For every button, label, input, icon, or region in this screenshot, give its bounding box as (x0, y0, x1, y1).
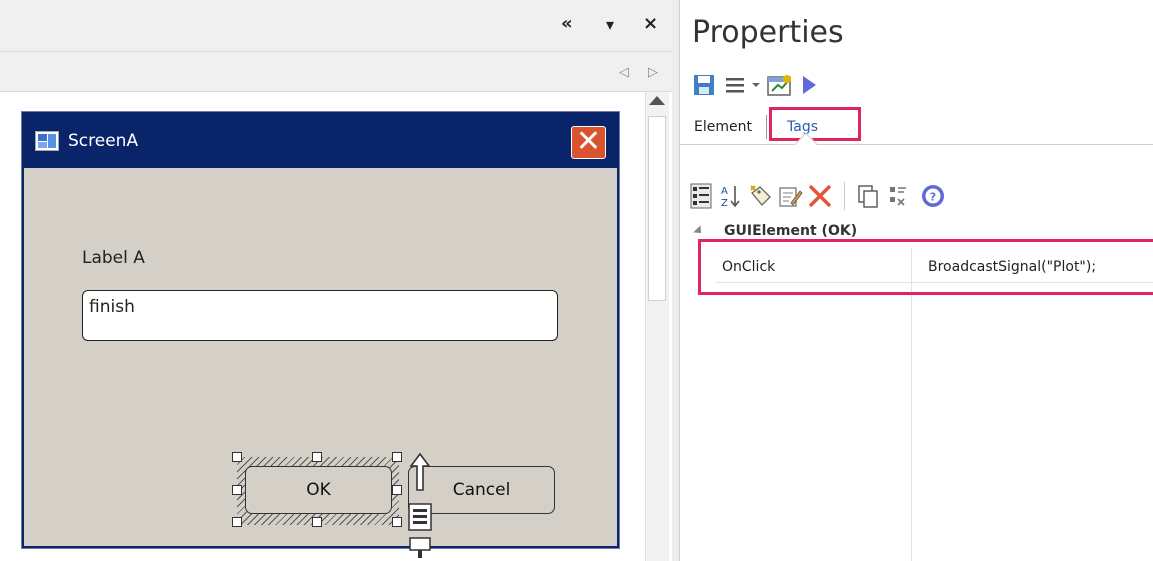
close-panel-icon[interactable]: × (643, 14, 658, 34)
text-input[interactable]: finish (82, 290, 558, 341)
play-icon[interactable] (800, 74, 818, 96)
tag-options-icon[interactable] (886, 183, 912, 209)
panel-title: Properties (692, 15, 844, 50)
panel-splitter[interactable] (672, 0, 679, 561)
resize-handle[interactable] (232, 452, 242, 462)
diagram-toolbar: « ▾ × (0, 0, 672, 52)
link-handle-icon[interactable] (408, 536, 432, 561)
section-collapse-icon[interactable] (693, 225, 705, 237)
ok-button-label: OK (306, 480, 331, 500)
resize-handle[interactable] (392, 452, 402, 462)
close-icon[interactable]: ✕ (571, 126, 606, 159)
menu-handle-icon[interactable] (408, 503, 432, 531)
toolbar-separator (844, 182, 845, 210)
tab-separator (766, 115, 767, 139)
resize-handle[interactable] (392, 485, 402, 495)
ok-button[interactable]: OK (245, 466, 392, 514)
resize-handle[interactable] (232, 485, 242, 495)
connector-arrow-icon[interactable] (409, 452, 431, 492)
row-highlight-box (698, 239, 1153, 295)
new-tag-icon[interactable] (748, 183, 774, 209)
tab-element[interactable]: Element (694, 118, 752, 136)
scrollbar-thumb[interactable] (648, 116, 666, 301)
diagram-properties-icon[interactable] (766, 73, 794, 97)
menu-icon[interactable] (724, 75, 748, 95)
dialog-title: ScreenA (68, 131, 139, 151)
next-icon[interactable]: ▷ (648, 63, 658, 83)
tags-highlight-box (769, 107, 861, 141)
collapse-panels-icon[interactable]: « (561, 14, 573, 34)
edit-note-icon[interactable] (777, 183, 803, 209)
section-header[interactable]: GUIElement (OK) (724, 222, 857, 240)
window-icon (35, 131, 59, 151)
resize-handle[interactable] (312, 517, 322, 527)
svg-text:A: A (721, 186, 728, 197)
copy-icon[interactable] (855, 183, 881, 209)
help-icon[interactable]: ? (920, 183, 946, 209)
diagram-panel: « ▾ × ◁ ▷ ScreenA ✕ Label A finish Cance… (0, 0, 672, 561)
save-icon[interactable] (692, 73, 716, 97)
scroll-up-icon[interactable] (649, 96, 665, 105)
dialog-title-bar[interactable]: ScreenA ✕ (24, 114, 617, 168)
resize-handle[interactable] (312, 452, 322, 462)
label-a: Label A (82, 248, 145, 268)
previous-icon[interactable]: ◁ (619, 63, 629, 83)
delete-icon[interactable] (807, 183, 833, 209)
properties-panel: Properties Element Tags A Z ? GUIElement… (679, 0, 1153, 561)
panel-dropdown-icon[interactable]: ▾ (606, 15, 614, 35)
svg-text:?: ? (930, 191, 936, 204)
sort-alpha-icon[interactable]: A Z (720, 183, 742, 209)
resize-handle[interactable] (392, 517, 402, 527)
categorized-view-icon[interactable] (690, 183, 712, 209)
resize-handle[interactable] (232, 517, 242, 527)
svg-text:Z: Z (721, 198, 728, 209)
diagram-nav-bar: ◁ ▷ (0, 52, 672, 92)
chevron-down-icon[interactable] (750, 80, 762, 90)
tab-underline (680, 144, 1153, 145)
